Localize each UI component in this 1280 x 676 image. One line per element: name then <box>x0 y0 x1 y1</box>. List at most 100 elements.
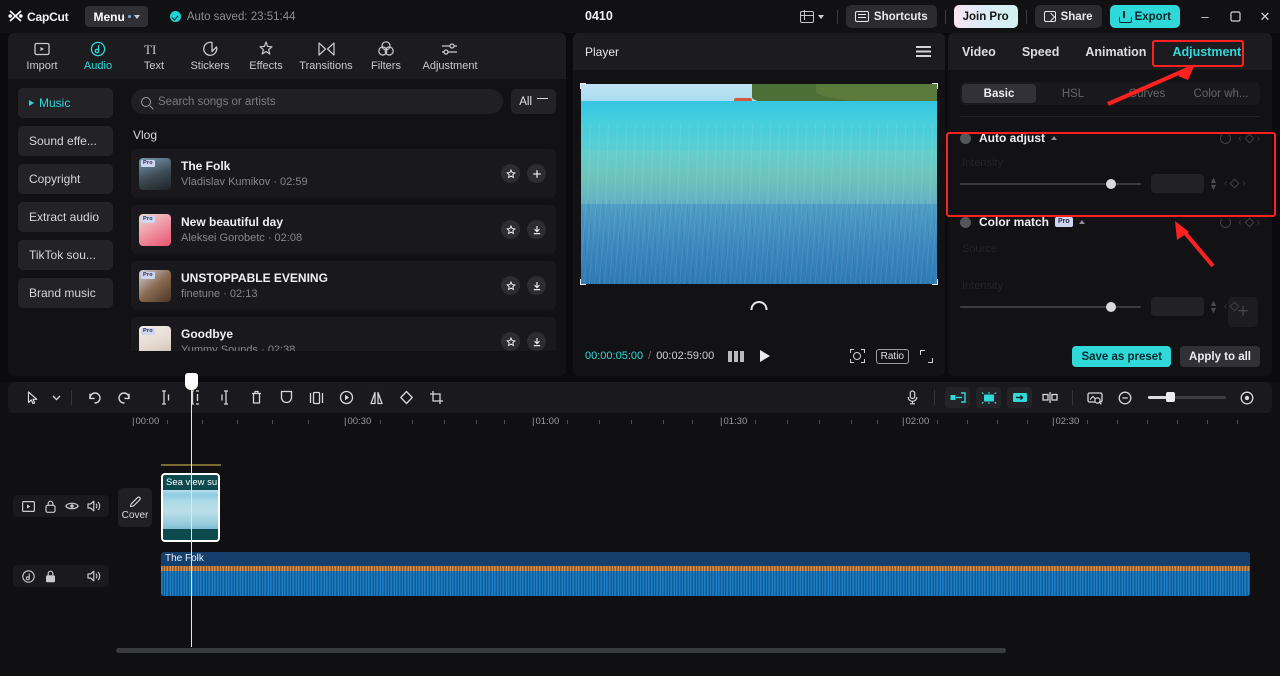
player-stage[interactable] <box>581 84 937 284</box>
tab-video[interactable]: Video <box>962 45 996 59</box>
transform-handle[interactable] <box>580 279 586 285</box>
segment-basic[interactable]: Basic <box>962 84 1036 103</box>
auto-caption-icon[interactable] <box>945 387 970 408</box>
keyframe-next-icon[interactable]: › <box>1257 133 1260 144</box>
chevron-up-icon[interactable] <box>1079 220 1085 224</box>
save-as-preset-button[interactable]: Save as preset <box>1072 346 1171 367</box>
timeline-zoom-slider[interactable] <box>1148 396 1226 399</box>
rotate-handle-icon[interactable] <box>751 301 768 310</box>
share-button[interactable]: Share <box>1035 5 1102 28</box>
color-match-intensity-slider[interactable] <box>960 306 1141 308</box>
stepper-icon[interactable]: ▲▼ <box>1209 177 1218 191</box>
cover-button[interactable]: Cover <box>118 488 152 527</box>
filter-all-button[interactable]: All <box>511 89 556 114</box>
color-match-intensity-value[interactable] <box>1151 297 1204 316</box>
keyframe-diamond-icon[interactable] <box>1244 133 1254 143</box>
freeze-icon[interactable] <box>301 382 331 413</box>
player-menu-icon[interactable] <box>916 46 931 57</box>
keyframe-diamond-icon[interactable] <box>1230 179 1240 189</box>
auto-adjust-toggle[interactable] <box>960 133 971 144</box>
category-extract-audio[interactable]: Extract audio <box>18 202 113 232</box>
lock-icon[interactable] <box>39 495 61 517</box>
timeline-ruler[interactable]: 00:00 00:30 01:00 01:30 02:00 02:30 <box>112 413 1280 433</box>
crop-icon[interactable] <box>421 382 451 413</box>
zoom-track[interactable] <box>1148 396 1226 399</box>
tool-tab-filters[interactable]: Filters <box>358 40 414 72</box>
reset-icon[interactable] <box>1220 217 1231 228</box>
track-type-icon[interactable] <box>17 495 39 517</box>
download-button[interactable] <box>527 220 546 239</box>
keyframe-next-icon[interactable]: › <box>1242 178 1245 189</box>
category-brand-music[interactable]: Brand music <box>18 278 113 308</box>
lock-icon[interactable] <box>39 565 61 587</box>
favorite-button[interactable] <box>501 276 520 295</box>
segment-curves[interactable]: Curves <box>1110 84 1184 103</box>
song-row[interactable]: Pro UNSTOPPABLE EVENING finetune · 02:13 <box>131 261 556 310</box>
zoom-in-icon[interactable] <box>1232 382 1262 413</box>
speaker-icon[interactable] <box>83 495 105 517</box>
audio-type-icon[interactable] <box>17 565 39 587</box>
category-sound-effects[interactable]: Sound effe... <box>18 126 113 156</box>
category-music[interactable]: Music <box>18 88 113 118</box>
thumbnail-icon[interactable] <box>1080 382 1110 413</box>
download-button[interactable] <box>527 332 546 351</box>
stepper-icon[interactable]: ▲▼ <box>1209 300 1218 314</box>
auto-adjust-intensity-value[interactable] <box>1151 174 1204 193</box>
tool-tab-import[interactable]: Import <box>14 40 70 72</box>
audio-clip[interactable]: The Folk <box>161 552 1250 596</box>
song-row[interactable]: Pro The Folk Vladislav Kumikov · 02:59 <box>131 149 556 198</box>
fullscreen-icon[interactable] <box>920 350 933 363</box>
transform-handle[interactable] <box>932 279 938 285</box>
tool-tab-audio[interactable]: Audio <box>70 40 126 72</box>
animate-icon[interactable] <box>331 382 361 413</box>
ratio-button[interactable]: Ratio <box>876 349 909 364</box>
maximize-button[interactable] <box>1220 0 1250 33</box>
add-source-button[interactable]: + <box>1228 297 1258 327</box>
keyframe-prev-icon[interactable]: ‹ <box>1224 178 1227 189</box>
apply-to-all-button[interactable]: Apply to all <box>1180 346 1260 367</box>
frame-grid-icon[interactable] <box>728 351 744 362</box>
add-to-timeline-button[interactable] <box>527 164 546 183</box>
tool-tab-stickers[interactable]: Stickers <box>182 40 238 72</box>
keyframe-next-icon[interactable]: › <box>1257 217 1260 228</box>
segment-color-wheels[interactable]: Color wh... <box>1184 84 1258 103</box>
zoom-preview-icon[interactable] <box>850 349 865 363</box>
speaker-icon[interactable] <box>83 565 105 587</box>
tab-animation[interactable]: Animation <box>1085 45 1146 59</box>
search-input[interactable] <box>158 96 493 108</box>
zoom-knob[interactable] <box>1166 392 1175 402</box>
slider-knob[interactable] <box>1106 179 1116 189</box>
export-button[interactable]: Export <box>1110 5 1180 28</box>
keyframe-controls[interactable]: ‹ › <box>1238 133 1260 144</box>
tool-tab-effects[interactable]: Effects <box>238 40 294 72</box>
select-icon[interactable] <box>18 382 48 413</box>
keyframe-prev-icon[interactable]: ‹ <box>1238 217 1241 228</box>
category-copyright[interactable]: Copyright <box>18 164 113 194</box>
transform-handle[interactable] <box>932 83 938 89</box>
split-track-icon[interactable] <box>1035 382 1065 413</box>
auto-adjust-intensity-slider[interactable] <box>960 183 1141 185</box>
auto-reframe-icon[interactable] <box>1007 387 1032 408</box>
slider-knob[interactable] <box>1106 302 1116 312</box>
undo-icon[interactable] <box>79 382 109 413</box>
favorite-button[interactable] <box>501 220 520 239</box>
mask-icon[interactable] <box>271 382 301 413</box>
tool-tab-adjustment[interactable]: Adjustment <box>414 40 486 72</box>
keyframe-prev-icon[interactable]: ‹ <box>1238 133 1241 144</box>
keyframe-diamond-icon[interactable] <box>1244 217 1254 227</box>
keyframe-prev-icon[interactable]: ‹ <box>1224 301 1227 312</box>
minimize-button[interactable]: – <box>1190 0 1220 33</box>
transform-handle[interactable] <box>580 83 586 89</box>
tool-tab-text[interactable]: TI Text <box>126 40 182 72</box>
redo-icon[interactable] <box>109 382 139 413</box>
rotate-icon[interactable] <box>391 382 421 413</box>
tab-adjustment[interactable]: Adjustment <box>1172 45 1241 59</box>
microphone-icon[interactable] <box>897 382 927 413</box>
split-right-icon[interactable] <box>211 382 241 413</box>
video-clip[interactable]: Sea view su <box>161 473 220 542</box>
delete-icon[interactable] <box>241 382 271 413</box>
eye-icon[interactable] <box>61 495 83 517</box>
layout-button[interactable] <box>795 8 829 26</box>
tool-tab-transitions[interactable]: Transitions <box>294 40 358 72</box>
keyframe-controls[interactable]: ‹ › <box>1224 178 1246 189</box>
